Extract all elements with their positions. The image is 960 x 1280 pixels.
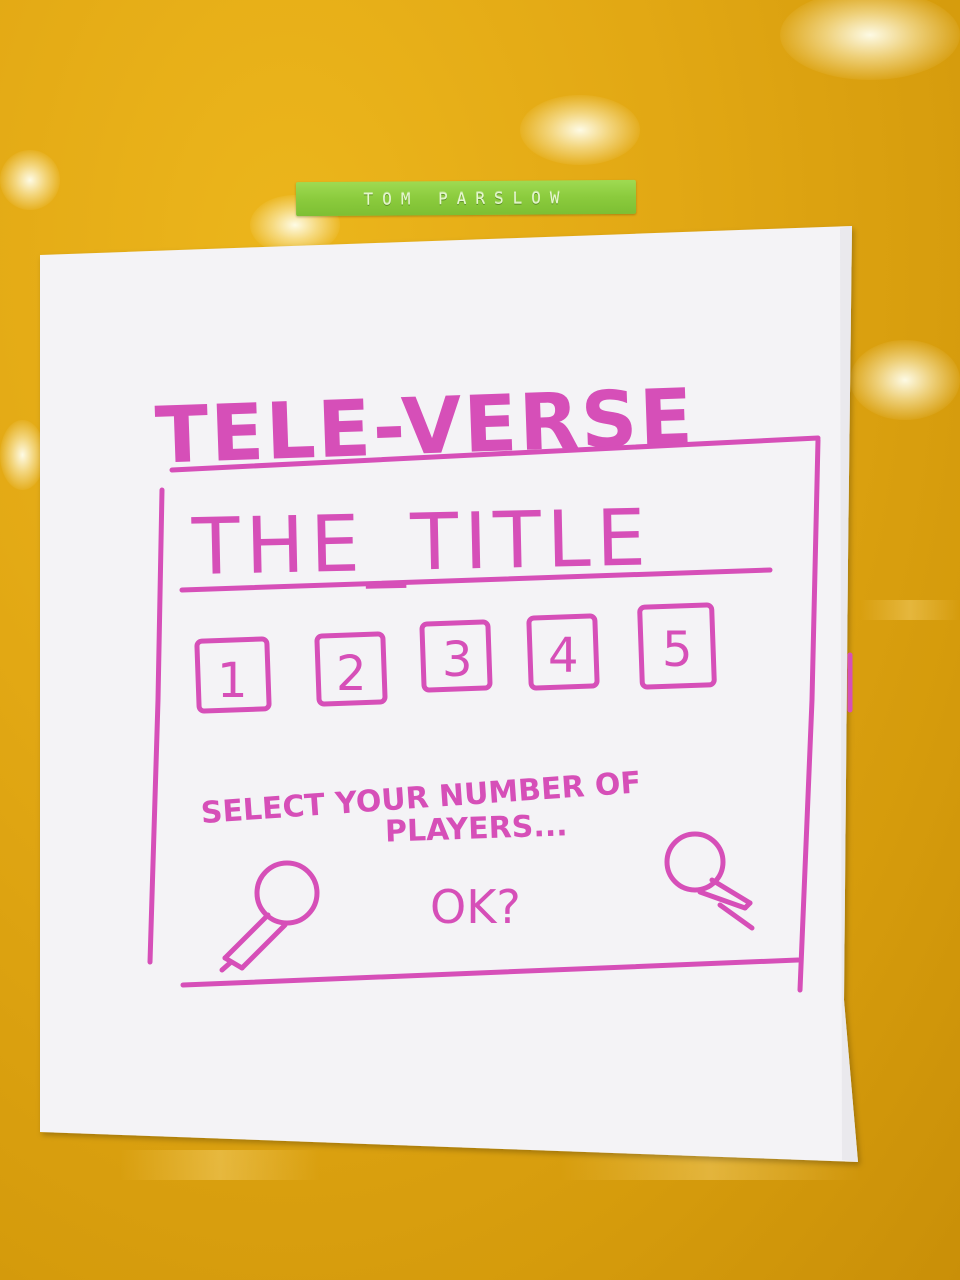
player-option-label: 4 bbox=[548, 628, 579, 684]
prompt-line-2: PLAYERS... bbox=[384, 808, 568, 849]
paper-sketch: TELE-VERSE THE_TITLE 1 2 3 4 5 SELECT YO… bbox=[40, 226, 858, 1162]
paper-sheet bbox=[40, 226, 858, 1162]
player-option-label: 1 bbox=[217, 653, 248, 709]
confirm-button-text[interactable]: OK? bbox=[430, 880, 521, 934]
player-option-label: 2 bbox=[336, 646, 367, 702]
player-option-label: 5 bbox=[662, 622, 693, 678]
player-option-label: 3 bbox=[442, 632, 473, 688]
